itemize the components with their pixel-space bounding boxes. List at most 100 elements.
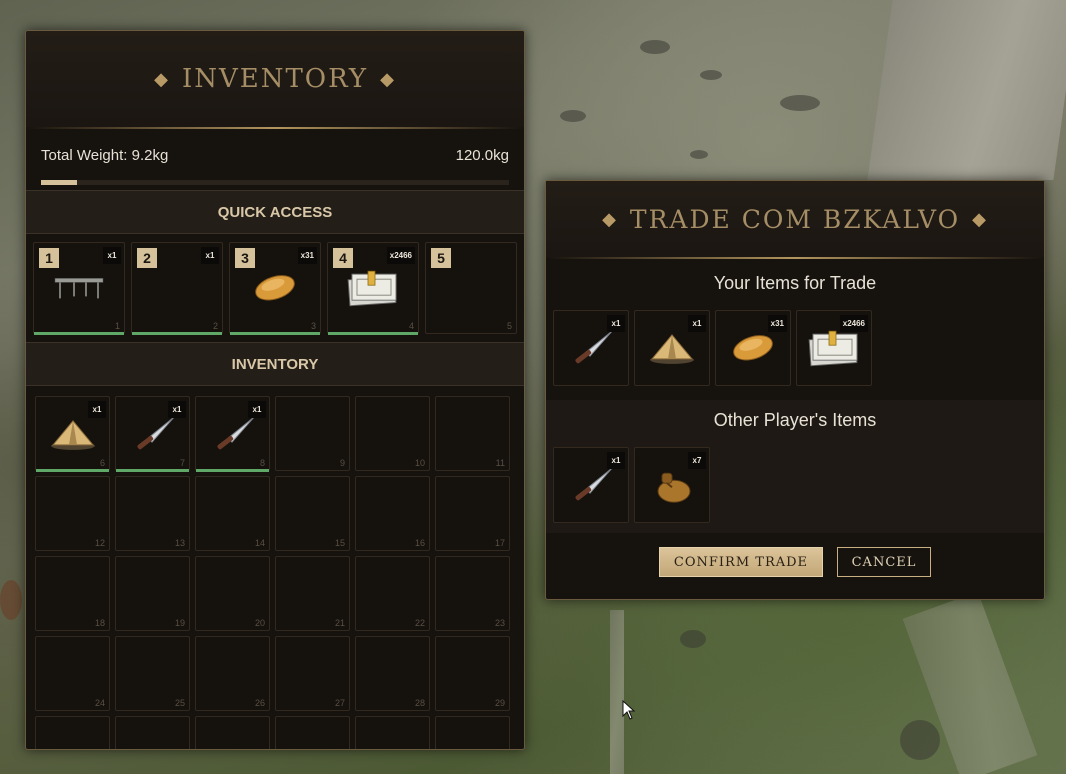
trade-title-bar: ◆ TRADE COM BZKALVO ◆ [546, 181, 1044, 257]
slot-index: 17 [494, 538, 505, 548]
item-slot[interactable]: 23 [435, 556, 510, 631]
weight-bar [41, 180, 509, 185]
knife-icon [566, 328, 616, 372]
slot-index: 26 [254, 698, 265, 708]
diamond-ornament-icon: ◆ [972, 208, 988, 230]
knife-icon [208, 414, 258, 458]
item-slot[interactable]: 11 [435, 396, 510, 471]
item-slot[interactable]: 22 [355, 556, 430, 631]
item-quantity: x2466 [839, 315, 868, 332]
item-quantity: x1 [103, 247, 121, 264]
durability-bar [328, 332, 418, 335]
confirm-trade-button[interactable]: CONFIRM TRADE [659, 547, 823, 577]
slot-index: 2 [212, 321, 218, 331]
quick-access-label: QUICK ACCESS [217, 203, 333, 221]
item-slot[interactable]: 2 x1 2 [131, 242, 223, 335]
slot-index: 8 [259, 458, 265, 468]
item-slot[interactable]: 14 [195, 476, 270, 551]
slot-hotkey-badge: 1 [39, 248, 59, 268]
slot-index: 16 [414, 538, 425, 548]
slot-index: 12 [94, 538, 105, 548]
item-slot[interactable]: x1 [553, 447, 629, 523]
slot-hotkey-badge: 5 [431, 248, 451, 268]
item-slot[interactable]: 21 [275, 556, 350, 631]
item-slot[interactable]: 10 [355, 396, 430, 471]
slot-index: 7 [179, 458, 185, 468]
item-slot[interactable]: x1 [553, 310, 629, 386]
durability-bar [116, 469, 189, 472]
item-slot[interactable]: 28 [355, 636, 430, 711]
bread-icon [252, 272, 298, 308]
item-slot[interactable] [195, 716, 270, 749]
slot-index: 1 [114, 321, 120, 331]
your-items-row: x1 x1 x31 x2466 [546, 300, 1044, 396]
other-items-label: Other Player's Items [713, 410, 877, 430]
slot-index: 19 [174, 618, 185, 628]
item-slot[interactable]: 20 [195, 556, 270, 631]
tent-icon [49, 416, 97, 454]
slot-index: 27 [334, 698, 345, 708]
your-items-label: Your Items for Trade [713, 273, 877, 293]
item-slot[interactable]: 4 x2466 4 [327, 242, 419, 335]
item-quantity: x1 [201, 247, 219, 264]
slot-index: 21 [334, 618, 345, 628]
durability-bar [36, 469, 109, 472]
item-slot[interactable]: 24 [35, 636, 110, 711]
quick-access-bar: 1 x1 1 2 x1 2 3 x31 3 4 x2466 4 5 5 [26, 234, 524, 342]
item-quantity: x1 [607, 452, 625, 469]
item-slot[interactable]: x31 [715, 310, 791, 386]
cancel-button[interactable]: CANCEL [837, 547, 931, 577]
pouch-icon [650, 465, 694, 509]
item-slot[interactable] [115, 716, 190, 749]
item-slot[interactable]: 26 [195, 636, 270, 711]
slot-index: 22 [414, 618, 425, 628]
item-slot[interactable]: 27 [275, 636, 350, 711]
item-slot[interactable]: x1 6 [35, 396, 110, 472]
item-quantity: x1 [688, 315, 706, 332]
item-slot[interactable]: 9 [275, 396, 350, 471]
item-slot[interactable]: 12 [35, 476, 110, 551]
item-slot[interactable]: x1 [634, 310, 710, 386]
item-quantity: x7 [688, 452, 706, 469]
item-slot[interactable]: 3 x31 3 [229, 242, 321, 335]
durability-bar [132, 332, 222, 335]
item-slot[interactable] [355, 716, 430, 749]
slot-index: 11 [495, 458, 505, 468]
item-slot[interactable]: 29 [435, 636, 510, 711]
trade-panel: ◆ TRADE COM BZKALVO ◆ Your Items for Tra… [545, 180, 1045, 600]
slot-index: 20 [254, 618, 265, 628]
item-slot[interactable]: 55 [425, 242, 517, 334]
slot-hotkey-badge: 2 [137, 248, 157, 268]
inventory-grid: x1 6 x1 7 x1 8 9 10 11 12 13 14 15 16 17 18 19 20 21 22 23 24… [26, 386, 524, 749]
max-weight-label: 120.0kg [455, 147, 509, 164]
item-slot[interactable]: 13 [115, 476, 190, 551]
item-slot[interactable] [35, 716, 110, 749]
slot-index: 25 [174, 698, 185, 708]
quick-access-header: QUICK ACCESS [26, 190, 524, 234]
diamond-ornament-icon: ◆ [380, 68, 396, 90]
mouse-cursor-icon [622, 700, 636, 720]
item-slot[interactable]: 15 [275, 476, 350, 551]
item-slot[interactable]: 19 [115, 556, 190, 631]
weight-row: Total Weight: 9.2kg 120.0kg [26, 129, 524, 164]
item-slot[interactable]: x1 8 [195, 396, 270, 472]
item-slot[interactable]: 16 [355, 476, 430, 551]
trade-title-divider [546, 257, 1044, 259]
item-slot[interactable]: x1 7 [115, 396, 190, 472]
item-slot[interactable] [275, 716, 350, 749]
item-slot[interactable]: 18 [35, 556, 110, 631]
item-slot[interactable]: 1 x1 1 [33, 242, 125, 335]
slot-hotkey-badge: 4 [333, 248, 353, 268]
item-quantity: x1 [248, 401, 266, 418]
item-slot[interactable] [435, 716, 510, 749]
trade-title: TRADE COM BZKALVO [629, 204, 961, 234]
item-slot[interactable]: 17 [435, 476, 510, 551]
slot-index: 28 [414, 698, 425, 708]
item-slot[interactable]: x7 [634, 447, 710, 523]
diamond-ornament-icon: ◆ [602, 208, 618, 230]
money-stack-icon [807, 328, 861, 372]
item-slot[interactable]: x2466 [796, 310, 872, 386]
item-slot[interactable]: 25 [115, 636, 190, 711]
inventory-title-bar: ◆ INVENTORY ◆ [26, 31, 524, 127]
slot-index: 14 [254, 538, 265, 548]
